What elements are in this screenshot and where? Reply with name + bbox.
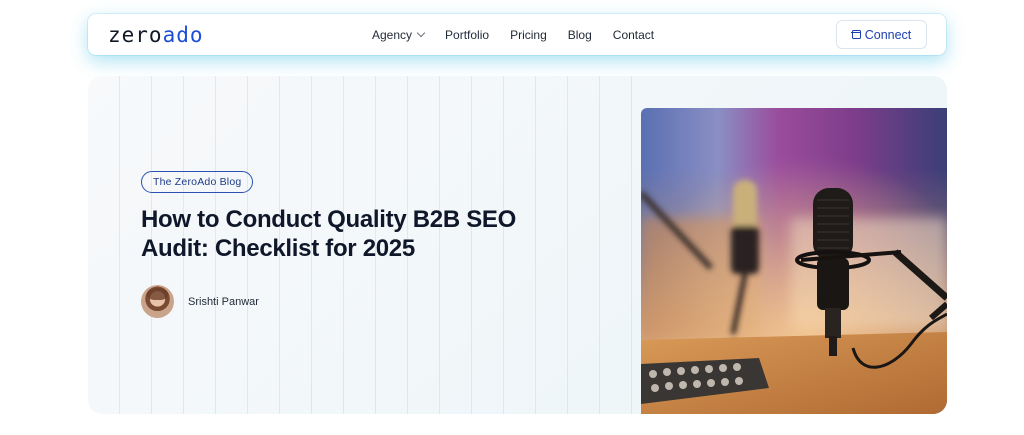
site-header: zeroado Agency Portfolio Pricing Blog Co…: [88, 14, 946, 55]
connect-label: Connect: [864, 27, 912, 42]
chevron-down-icon: [416, 28, 426, 38]
nav-label-agency: Agency: [372, 27, 413, 42]
hero-section: The ZeroAdo Blog How to Conduct Quality …: [88, 76, 947, 414]
nav-item-portfolio[interactable]: Portfolio: [445, 28, 489, 42]
page: zeroado Agency Portfolio Pricing Blog Co…: [0, 0, 1024, 435]
main-nav: Agency Portfolio Pricing Blog Contact: [372, 14, 654, 55]
article-title: How to Conduct Quality B2B SEO Audit: Ch…: [141, 206, 517, 262]
logo[interactable]: zeroado: [108, 23, 204, 47]
logo-text-ado: ado: [162, 23, 204, 47]
nav-item-pricing[interactable]: Pricing: [510, 28, 547, 42]
connect-button[interactable]: Connect: [836, 20, 927, 49]
author-avatar: [141, 285, 174, 318]
blog-tag-badge[interactable]: The ZeroAdo Blog: [141, 171, 254, 193]
author-info: Srishti Panwar: [141, 285, 259, 318]
podcast-microphones-photo: [641, 108, 947, 414]
author-name: Srishti Panwar: [188, 295, 259, 308]
calendar-icon: [851, 30, 862, 39]
logo-text-zero: zero: [108, 23, 163, 47]
nav-item-agency[interactable]: Agency: [372, 27, 426, 42]
nav-item-contact[interactable]: Contact: [613, 28, 654, 42]
nav-item-blog[interactable]: Blog: [568, 28, 592, 42]
